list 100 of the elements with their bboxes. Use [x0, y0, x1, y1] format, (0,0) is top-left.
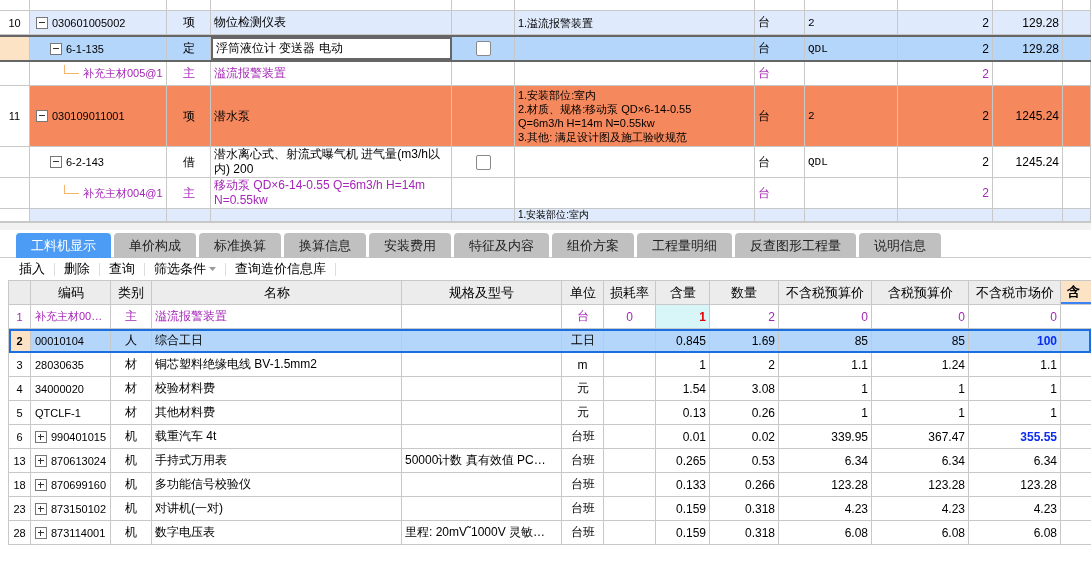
resource-type: 机 [125, 476, 137, 493]
content-value[interactable]: 1 [656, 305, 710, 328]
tab[interactable]: 组价方案 [552, 233, 634, 258]
loss-rate: 0 [626, 309, 633, 324]
table-row[interactable]: 1 补充主材00… 主 溢流报警装置 台 0 1 2 0 0 0 [9, 305, 1091, 329]
unit: 工日 [570, 332, 595, 349]
expand-icon[interactable] [35, 478, 47, 491]
tab[interactable]: 换算信息 [284, 233, 366, 258]
unit: 台 [758, 153, 770, 171]
column-header[interactable]: 名称 [152, 281, 402, 304]
expand-icon[interactable] [35, 526, 47, 539]
column-header[interactable]: 数量 [710, 281, 779, 304]
spec-text: 里程: 20mV˜1000V 灵敏… [405, 524, 546, 541]
quantity: 2 [768, 309, 775, 324]
toolbar-button[interactable]: 插入 [10, 260, 54, 278]
checkbox[interactable] [475, 41, 491, 56]
filter-dropdown[interactable]: 筛选条件 [145, 260, 225, 278]
highlighted-row[interactable]: 11 030109011001 项 潜水泵 1.安装部位:室内 2.材质、规格:移动泵 QD×6-14-0.55 Q=6m3/h H=14m N=0.55kw 3.其他: 满足设计图及施工验收规范 台 2 2 1245.24 [0, 86, 1091, 147]
item-type: 主 [182, 65, 195, 82]
expand-icon[interactable] [35, 502, 47, 515]
column-header[interactable]: 编码 [31, 281, 111, 304]
budget-price: 85 [854, 333, 868, 348]
toolbar-button[interactable]: 查询 [100, 260, 144, 278]
column-header[interactable]: 损耗率 [604, 281, 656, 304]
unit-price: 129.28 [1022, 41, 1059, 56]
tab[interactable]: 反查图形工程量 [735, 233, 856, 258]
expand-icon[interactable] [35, 454, 47, 467]
quantity-expression: QDL [808, 42, 828, 55]
tab[interactable]: 工程量明细 [637, 233, 732, 258]
resource-name: 对讲机(一对) [155, 500, 223, 517]
column-header[interactable]: 类别 [111, 281, 152, 304]
quantity: 2 [982, 155, 989, 169]
selected-row[interactable]: 6-1-135 定 浮筒液位计 变送器 电动 台 QDL 2 129.28 [0, 35, 1091, 62]
column-header[interactable]: 含税预算价 [872, 281, 969, 304]
tab[interactable]: 单价构成 [114, 233, 196, 258]
table-row[interactable]: 1.安装部位:室内 [0, 209, 1091, 222]
spec-text: 50000计数 真有效值 PC… [405, 452, 546, 469]
row-header[interactable]: 11 [0, 86, 30, 146]
quantity-expression: QDL [808, 156, 828, 168]
selected-row[interactable]: 2 00010104 人 综合工日 工日 0.845 1.69 85 85 100 [9, 329, 1091, 353]
content-value: 1 [699, 357, 706, 372]
resource-code: 00010104 [35, 334, 84, 347]
unit: 台班 [570, 476, 595, 493]
collapse-icon[interactable] [36, 110, 48, 122]
row-header[interactable]: 10 [0, 11, 30, 34]
quantity: 2 [982, 109, 989, 123]
resource-name: 铜芯塑料绝缘电线 BV-1.5mm2 [155, 356, 318, 373]
budget-price-tax: 6.08 [941, 525, 965, 540]
column-header[interactable]: 单位 [562, 281, 604, 304]
collapse-icon[interactable] [50, 156, 62, 168]
table-row[interactable]: 6-2-143 借 潜水离心式、射流式曝气机 进气量(m3/h以内) 200 台 QDL 2 1245.24 [0, 147, 1091, 178]
table-row[interactable]: 6 990401015 机 载重汽车 4t 台班 0.01 0.02 339.95 367.47 355.55 [9, 425, 1091, 449]
item-name: 溢流报警装置 [214, 66, 286, 81]
quantity: 2 [982, 186, 989, 200]
quantity: 3.08 [751, 381, 775, 396]
item-name: 潜水离心式、射流式曝气机 进气量(m3/h以内) 200 [214, 147, 441, 177]
unit: m [577, 357, 588, 372]
collapse-icon[interactable] [36, 16, 48, 29]
toolbar-button[interactable]: 删除 [55, 260, 99, 278]
budget-price-tax: 0 [958, 309, 965, 324]
toolbar-button[interactable]: 查询造价信息库 [226, 260, 335, 278]
column-header[interactable]: 规格及型号 [402, 281, 562, 304]
resource-type: 人 [125, 332, 137, 349]
name-input-field[interactable]: 浮筒液位计 变送器 电动 [211, 37, 452, 60]
table-row[interactable]: 18 870699160 机 多功能信号校验仪 台班 0.133 0.266 123.28 123.28 123.28 [9, 473, 1091, 497]
table-row[interactable]: 4 34000020 材 校验材料费 元 1.54 3.08 1 1 1 [9, 377, 1091, 401]
table-row[interactable]: 补充主材005@1 主 溢流报警装置 台 2 [0, 62, 1091, 86]
resource-type: 材 [125, 404, 137, 421]
column-header[interactable]: 含 [1061, 281, 1091, 304]
table-row[interactable]: 5 QTCLF-1 材 其他材料费 元 0.13 0.26 1 1 1 [9, 401, 1091, 425]
table-row[interactable]: 13 870613024 机 手持式万用表 50000计数 真有效值 PC… 台班 0.265 0.53 6.34 6.34 6.34 [9, 449, 1091, 473]
content-value: 0.159 [675, 525, 706, 540]
content-value: 0.133 [675, 477, 706, 492]
tab[interactable]: 标准换算 [199, 233, 281, 258]
tab[interactable]: 说明信息 [859, 233, 941, 258]
feature-line: 2.材质、规格:移动泵 QD×6-14-0.55 [518, 102, 692, 116]
resource-name: 载重汽车 4t [155, 428, 217, 445]
tab[interactable]: 特征及内容 [454, 233, 549, 258]
unit: 台班 [570, 428, 595, 445]
table-row[interactable]: 补充主材004@1 主 移动泵 QD×6-14-0.55 Q=6m3/h H=14m N=0.55kw 台 2 [0, 178, 1091, 209]
column-header[interactable]: 含量 [656, 281, 710, 304]
resource-type: 机 [125, 500, 137, 517]
row-header[interactable]: 2 [9, 329, 31, 352]
resource-code: 补充主材00… [35, 309, 103, 324]
checkbox[interactable] [475, 154, 491, 170]
quantity: 0.53 [751, 453, 775, 468]
table-row[interactable]: 10 030601005002 项 物位检测仪表 1.溢流报警装置 台 2 2 129.28 [0, 11, 1091, 35]
unit: 台班 [570, 452, 595, 469]
expand-icon[interactable] [35, 430, 47, 443]
column-header[interactable]: 不含税预算价 [779, 281, 872, 304]
tab[interactable]: 安装费用 [369, 233, 451, 258]
unit: 台班 [570, 524, 595, 541]
content-value: 0.159 [675, 501, 706, 516]
table-row[interactable]: 28 873114001 机 数字电压表 里程: 20mV˜1000V 灵敏… 台班 0.159 0.318 6.08 6.08 6.08 [9, 521, 1091, 545]
market-price: 0 [1050, 309, 1057, 324]
table-row[interactable]: 23 873150102 机 对讲机(一对) 台班 0.159 0.318 4.23 4.23 4.23 [9, 497, 1091, 521]
budget-price-tax: 85 [951, 333, 965, 348]
table-row[interactable]: 3 28030635 材 铜芯塑料绝缘电线 BV-1.5mm2 m 1 2 1.1 1.24 1.1 [9, 353, 1091, 377]
item-code: 6-2-143 [66, 156, 104, 168]
collapse-icon[interactable] [50, 42, 62, 55]
